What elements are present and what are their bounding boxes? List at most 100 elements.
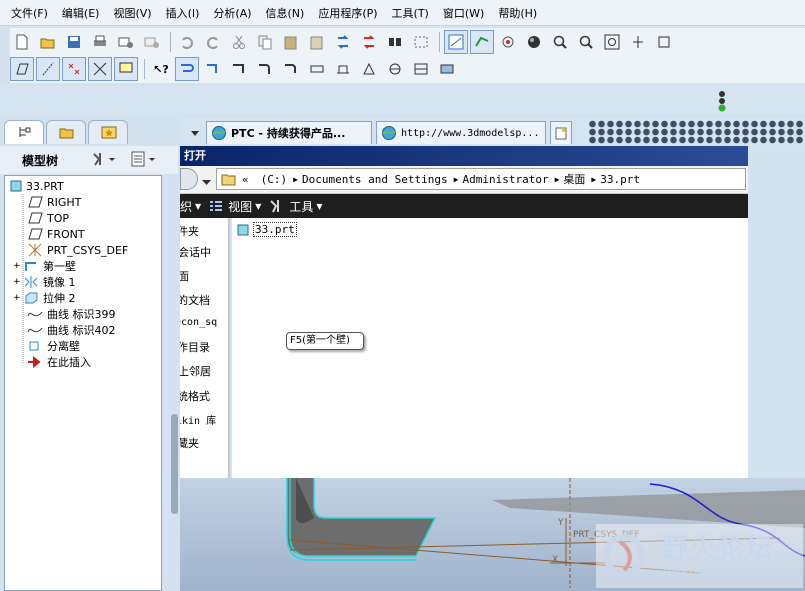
csys-display-icon[interactable] — [88, 57, 112, 81]
chevron-down-icon[interactable]: ▼ — [255, 202, 261, 211]
spin-center-icon[interactable] — [496, 30, 520, 54]
flatten-form-icon[interactable] — [435, 57, 459, 81]
tree-item-first-wall[interactable]: + 第一壁 — [13, 258, 76, 274]
nav-item-favorites[interactable]: 藏夹 — [180, 435, 199, 451]
paste-special-icon[interactable] — [305, 30, 329, 54]
new-file-icon[interactable] — [10, 30, 34, 54]
extend-wall-icon[interactable] — [253, 57, 277, 81]
flange-wall-icon[interactable] — [201, 57, 225, 81]
organize-button[interactable]: 织 — [180, 198, 192, 215]
cut-icon[interactable] — [227, 30, 251, 54]
menu-tools[interactable]: 工具(T) — [385, 5, 436, 21]
address-bar[interactable]: « (C:) ▶ Documents and Settings ▶ Admini… — [216, 168, 746, 190]
menu-applications[interactable]: 应用程序(P) — [311, 5, 384, 21]
settings-icon[interactable] — [92, 151, 116, 170]
tools-button[interactable]: 工具 — [289, 198, 313, 215]
menu-info[interactable]: 信息(N) — [259, 5, 312, 21]
chevron-down-icon[interactable]: ▼ — [316, 202, 322, 211]
regenerate-manager-icon[interactable] — [357, 30, 381, 54]
tree-item-mirror[interactable]: + 镜像 1 — [13, 274, 76, 290]
breadcrumb-desktop[interactable]: 桌面 — [563, 171, 585, 187]
select-box-icon[interactable] — [409, 30, 433, 54]
redo-icon[interactable] — [201, 30, 225, 54]
menu-edit[interactable]: 编辑(E) — [55, 5, 107, 21]
browser-tab-ptc[interactable]: PTC - 持续获得产品... — [206, 121, 372, 144]
nav-item-desktop[interactable]: 面 — [180, 268, 189, 284]
chevron-down-icon[interactable]: ▼ — [195, 202, 201, 211]
paste-icon[interactable] — [279, 30, 303, 54]
tree-item-separate-wall[interactable]: 分离壁 — [27, 338, 80, 354]
menu-file[interactable]: 文件(F) — [4, 5, 55, 21]
nav-item-my-documents[interactable]: 的文档 — [180, 292, 210, 308]
tab-model-tree[interactable] — [4, 120, 44, 144]
tree-item-front[interactable]: FRONT — [27, 226, 85, 242]
datum-planes-icon[interactable] — [10, 57, 34, 81]
corner-relief-icon[interactable] — [357, 57, 381, 81]
browser-tab-3dmodelspace[interactable]: http://www.3dmodelsp... — [376, 121, 546, 144]
undo-icon[interactable] — [175, 30, 199, 54]
nav-item-manikin-library[interactable]: ikin 库 — [180, 412, 216, 427]
tab-folder-browser[interactable] — [46, 120, 86, 144]
breadcrumb-arrow-icon[interactable]: ▶ — [454, 175, 459, 184]
saved-views-icon[interactable] — [652, 30, 676, 54]
datum-points-icon[interactable] — [62, 57, 86, 81]
tree-item-extrude[interactable]: + 拉伸 2 — [13, 290, 76, 306]
copy-icon[interactable] — [253, 30, 277, 54]
menu-view[interactable]: 视图(V) — [106, 5, 158, 21]
tree-item-part[interactable]: 33.PRT — [9, 178, 64, 194]
tree-item-curve-402[interactable]: 曲线 标识402 — [27, 322, 116, 338]
tree-item-top[interactable]: TOP — [27, 210, 69, 226]
history-dropdown-icon[interactable] — [202, 176, 211, 189]
print-icon[interactable] — [88, 30, 112, 54]
nav-item-in-session[interactable]: 会话中 — [180, 244, 211, 260]
mail-alt-icon[interactable] — [140, 30, 164, 54]
menu-help[interactable]: 帮助(H) — [491, 5, 544, 21]
regenerate-icon[interactable] — [331, 30, 355, 54]
nav-item-system-formats[interactable]: 统格式 — [180, 388, 210, 404]
shading-icon[interactable] — [522, 30, 546, 54]
datum-display-icon[interactable] — [470, 30, 494, 54]
breadcrumb-documents[interactable]: Documents and Settings — [302, 173, 448, 186]
expand-icon[interactable]: + — [13, 261, 23, 271]
tree-item-csys[interactable]: PRT_CSYS_DEF — [27, 242, 128, 258]
form-icon[interactable] — [409, 57, 433, 81]
zoom-in-icon[interactable] — [548, 30, 572, 54]
mail-icon[interactable] — [114, 30, 138, 54]
nav-item-folders[interactable]: 件夹 — [180, 223, 199, 239]
breadcrumb-arrow-icon[interactable]: ▶ — [293, 175, 298, 184]
tree-item-curve-399[interactable]: 曲线 标识399 — [27, 306, 116, 322]
zoom-out-icon[interactable] — [574, 30, 598, 54]
annotation-display-icon[interactable] — [114, 57, 138, 81]
rip-icon[interactable] — [383, 57, 407, 81]
save-icon[interactable] — [62, 30, 86, 54]
file-item[interactable]: 33.prt — [236, 222, 297, 237]
bend-icon[interactable] — [279, 57, 303, 81]
back-button[interactable] — [180, 168, 198, 190]
tree-item-insert-here[interactable]: 在此插入 — [27, 354, 91, 370]
breadcrumb-arrow-icon[interactable]: ▶ — [591, 175, 596, 184]
datum-axes-icon[interactable] — [36, 57, 60, 81]
breadcrumb-file[interactable]: 33.prt — [600, 173, 640, 186]
breadcrumb-arrow-icon[interactable]: ▶ — [555, 175, 560, 184]
reorient-icon[interactable] — [626, 30, 650, 54]
unattached-wall-icon[interactable] — [227, 57, 251, 81]
expand-icon[interactable]: + — [13, 277, 23, 287]
nav-item-econ[interactable]: econ_sq — [180, 317, 217, 328]
breadcrumb-drive[interactable]: (C:) — [261, 173, 288, 186]
tree-item-right[interactable]: RIGHT — [27, 194, 81, 210]
menu-insert[interactable]: 插入(I) — [159, 5, 207, 21]
menu-window[interactable]: 窗口(W) — [436, 5, 491, 21]
context-help-icon[interactable]: ↖? — [149, 57, 173, 81]
views-button[interactable]: 视图 — [228, 198, 252, 215]
collapse-arrow-icon[interactable] — [190, 128, 200, 141]
zoom-fit-icon[interactable] — [600, 30, 624, 54]
find-icon[interactable] — [383, 30, 407, 54]
unbend-icon[interactable] — [305, 57, 329, 81]
splitter-handle[interactable] — [171, 414, 178, 514]
refit-icon[interactable] — [444, 30, 468, 54]
flat-wall-icon[interactable] — [175, 57, 199, 81]
expand-icon[interactable]: + — [13, 293, 23, 303]
new-tab-button[interactable] — [550, 121, 572, 144]
menu-analysis[interactable]: 分析(A) — [206, 5, 258, 21]
nav-item-network[interactable]: 上邻居 — [180, 363, 211, 379]
